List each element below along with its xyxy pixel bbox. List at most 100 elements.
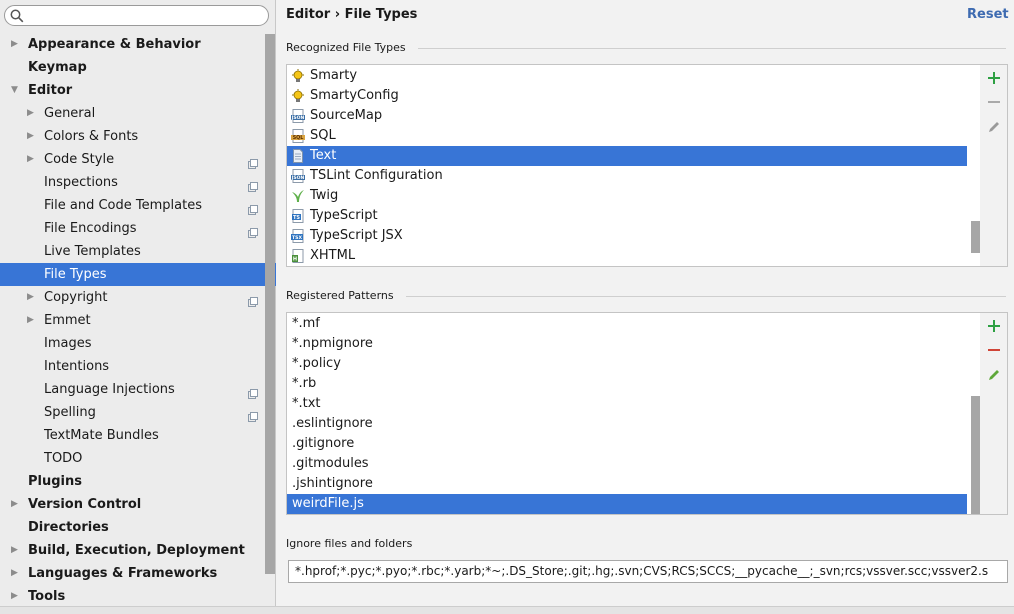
svg-text:H: H bbox=[293, 257, 297, 263]
file-type-row[interactable]: SQL SQL bbox=[287, 126, 969, 146]
chevron-right-icon[interactable]: ▶ bbox=[27, 309, 34, 332]
pattern-row[interactable]: *.policy bbox=[287, 354, 969, 374]
file-type-label: XHTML bbox=[310, 248, 356, 263]
sql-file-icon: SQL bbox=[291, 129, 305, 143]
registered-patterns-list[interactable]: *.mf *.npmignore *.policy *.rb *.txt .eslinti… bbox=[286, 312, 981, 515]
sidebar-item[interactable]: Directories bbox=[0, 516, 265, 539]
sidebar-item[interactable]: ▶ Build, Execution, Deployment bbox=[0, 539, 265, 562]
sidebar-item[interactable]: Images bbox=[0, 332, 265, 355]
chevron-right-icon[interactable]: ▶ bbox=[27, 148, 34, 171]
remove-pattern-icon[interactable] bbox=[987, 343, 1001, 357]
chevron-right-icon[interactable]: ▶ bbox=[11, 539, 18, 562]
search-input[interactable] bbox=[27, 7, 263, 24]
sidebar-item-label: Inspections bbox=[44, 175, 118, 190]
chevron-right-icon[interactable]: ▶ bbox=[11, 493, 18, 516]
remove-file-type-icon[interactable] bbox=[987, 95, 1001, 109]
pattern-row[interactable]: .eslintignore bbox=[287, 414, 969, 434]
file-type-label: TSLint Configuration bbox=[310, 168, 443, 183]
sidebar-item[interactable]: File Encodings bbox=[0, 217, 265, 240]
sidebar-item[interactable]: ▶ Tools bbox=[0, 585, 265, 608]
sidebar-item[interactable]: ▶ Languages & Frameworks bbox=[0, 562, 265, 585]
chevron-right-icon[interactable]: ▶ bbox=[11, 33, 18, 56]
file-type-row[interactable]: SmartyConfig bbox=[287, 86, 969, 106]
sidebar-item-label: Tools bbox=[28, 589, 66, 604]
file-type-row[interactable]: TS TypeScript bbox=[287, 206, 969, 226]
sidebar-item[interactable]: File Types bbox=[0, 263, 276, 286]
sidebar-item[interactable]: Keymap bbox=[0, 56, 265, 79]
file-type-row[interactable]: JSON TSLint Configuration bbox=[287, 166, 969, 186]
sidebar-item[interactable]: ▶ Code Style bbox=[0, 148, 265, 171]
sidebar-item[interactable]: Live Templates bbox=[0, 240, 265, 263]
sidebar-item[interactable]: Language Injections bbox=[0, 378, 265, 401]
file-type-row[interactable]: H XHTML bbox=[287, 246, 969, 266]
ts-file-icon: TS bbox=[292, 209, 304, 223]
bulb-icon bbox=[292, 69, 304, 82]
sidebar-item[interactable]: Intentions bbox=[0, 355, 265, 378]
tsx-file-icon: TSX bbox=[291, 229, 304, 243]
file-type-label: SourceMap bbox=[310, 108, 383, 123]
reset-link[interactable]: Reset bbox=[967, 7, 1009, 22]
file-type-row[interactable]: TSX TypeScript JSX bbox=[287, 226, 969, 246]
sidebar-item[interactable]: File and Code Templates bbox=[0, 194, 265, 217]
sidebar-item-label: Version Control bbox=[28, 497, 142, 512]
sidebar-item[interactable]: ▶ Appearance & Behavior bbox=[0, 33, 265, 56]
sidebar-scrollbar[interactable] bbox=[265, 34, 275, 574]
sidebar-item[interactable]: Plugins bbox=[0, 470, 265, 493]
pattern-row[interactable]: *.npmignore bbox=[287, 334, 969, 354]
chevron-down-icon[interactable]: ▼ bbox=[11, 79, 18, 102]
svg-text:TS: TS bbox=[293, 215, 300, 221]
sidebar-item[interactable]: TextMate Bundles bbox=[0, 424, 265, 447]
pattern-label: *.policy bbox=[292, 356, 341, 371]
edit-pattern-icon[interactable] bbox=[987, 368, 1001, 382]
file-type-label: Twig bbox=[310, 188, 339, 203]
sidebar-item[interactable]: ▶ Version Control bbox=[0, 493, 265, 516]
twig-icon bbox=[292, 190, 304, 202]
sidebar-item[interactable]: Spelling bbox=[0, 401, 265, 424]
add-pattern-icon[interactable] bbox=[987, 319, 1001, 333]
pattern-row[interactable]: .gitignore bbox=[287, 434, 969, 454]
json-file-icon: JSON bbox=[291, 109, 305, 123]
pattern-row[interactable]: .jshintignore bbox=[287, 474, 969, 494]
file-type-row[interactable]: JSON SourceMap bbox=[287, 106, 969, 126]
sidebar-item[interactable]: ▶ Emmet bbox=[0, 309, 265, 332]
bottom-divider bbox=[0, 606, 1014, 614]
sidebar-item[interactable]: ▶ Colors & Fonts bbox=[0, 125, 265, 148]
pattern-label: .jshintignore bbox=[292, 476, 373, 491]
sidebar-item[interactable]: ▶ Copyright bbox=[0, 286, 265, 309]
sidebar-item-label: File Types bbox=[44, 267, 107, 282]
ignore-files-label: Ignore files and folders bbox=[286, 537, 413, 550]
chevron-right-icon[interactable]: ▶ bbox=[27, 286, 34, 309]
pattern-row[interactable]: weirdFile.js bbox=[287, 494, 967, 514]
file-type-label: SQL bbox=[310, 128, 336, 143]
add-file-type-icon[interactable] bbox=[987, 71, 1001, 85]
chevron-right-icon[interactable]: ▶ bbox=[11, 562, 18, 585]
sidebar-item-label: Live Templates bbox=[44, 244, 141, 259]
sidebar-item[interactable]: Inspections bbox=[0, 171, 265, 194]
ignore-files-input[interactable]: *.hprof;*.pyc;*.pyo;*.rbc;*.yarb;*~;.DS_… bbox=[288, 560, 1008, 583]
sidebar-item[interactable]: ▶ General bbox=[0, 102, 265, 125]
sidebar-item[interactable]: TODO bbox=[0, 447, 265, 470]
pattern-row[interactable]: *.txt bbox=[287, 394, 969, 414]
sidebar-item[interactable]: ▼ Editor bbox=[0, 79, 265, 102]
pattern-row[interactable]: .gitmodules bbox=[287, 454, 969, 474]
settings-sidebar: ▶ Appearance & Behavior Keymap ▼ Editor ▶ Gene… bbox=[0, 0, 276, 606]
sidebar-item-label: Copyright bbox=[44, 290, 108, 305]
file-type-row[interactable]: Text bbox=[287, 146, 967, 166]
file-type-row[interactable]: Twig bbox=[287, 186, 969, 206]
file-type-row[interactable]: Smarty bbox=[287, 66, 969, 86]
svg-text:JSON: JSON bbox=[291, 115, 304, 121]
pattern-label: .eslintignore bbox=[292, 416, 373, 431]
search-field[interactable] bbox=[4, 5, 269, 26]
edit-file-type-icon[interactable] bbox=[987, 120, 1001, 134]
chevron-right-icon[interactable]: ▶ bbox=[27, 125, 34, 148]
chevron-right-icon[interactable]: ▶ bbox=[11, 585, 18, 608]
chevron-right-icon[interactable]: ▶ bbox=[27, 102, 34, 125]
recognized-file-types-list[interactable]: Smarty SmartyConfig JSON SourceMap SQL SQL Tex… bbox=[286, 64, 981, 267]
file-type-label: SmartyConfig bbox=[310, 88, 399, 103]
pattern-label: *.mf bbox=[292, 316, 320, 331]
pattern-row[interactable]: *.mf bbox=[287, 314, 969, 334]
sidebar-item-label: Intentions bbox=[44, 359, 110, 374]
search-icon bbox=[10, 9, 24, 23]
svg-text:JSON: JSON bbox=[291, 175, 304, 181]
pattern-row[interactable]: *.rb bbox=[287, 374, 969, 394]
